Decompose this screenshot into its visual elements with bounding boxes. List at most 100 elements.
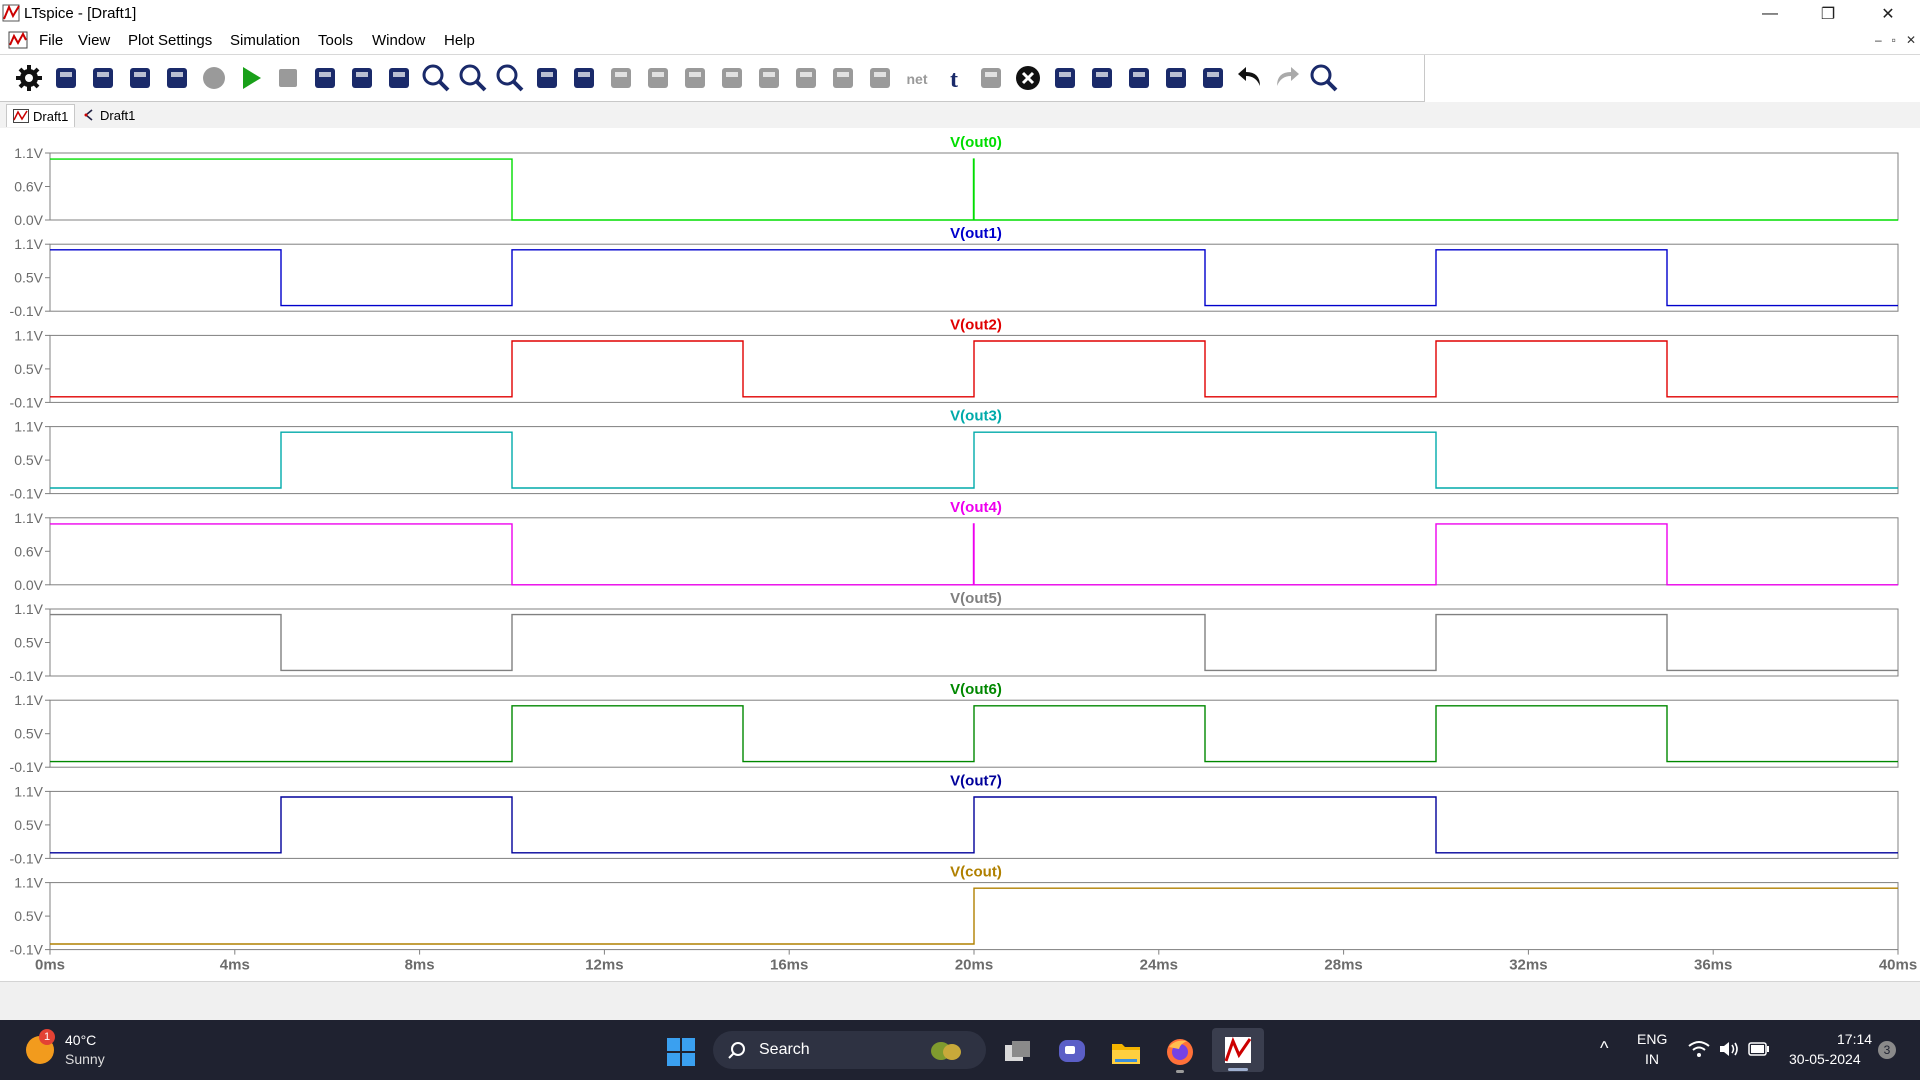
move-button[interactable] xyxy=(1048,62,1082,94)
cascade-button[interactable] xyxy=(382,62,416,94)
wifi-icon[interactable] xyxy=(1688,1040,1710,1058)
print-button[interactable] xyxy=(160,62,194,94)
halt-icon xyxy=(203,67,225,89)
firefox-icon[interactable] xyxy=(1162,1035,1198,1069)
menu-plot-settings[interactable]: Plot Settings xyxy=(128,32,212,49)
waveform-viewer[interactable]: V(out0) 1.1V 0.6V 0.0V V(out1) 1.1V 0.5V -0.1V V… xyxy=(0,128,1920,981)
weather-condition: Sunny xyxy=(65,1051,105,1067)
y-tick-label: -0.1V xyxy=(10,303,44,319)
menu-help[interactable]: Help xyxy=(444,32,475,49)
settings-button[interactable] xyxy=(12,62,46,94)
save-button[interactable] xyxy=(123,62,157,94)
language-label[interactable]: ENG xyxy=(1637,1031,1667,1047)
menu-simulation[interactable]: Simulation xyxy=(230,32,300,49)
component-button[interactable] xyxy=(863,62,897,94)
task-view-icon[interactable] xyxy=(1000,1035,1036,1069)
trace-label[interactable]: V(out6) xyxy=(950,681,1002,698)
trace-waveform xyxy=(50,887,1898,945)
trace-waveform xyxy=(50,249,1898,307)
mdi-restore-button[interactable]: ▫ xyxy=(1892,33,1896,47)
menu-tools[interactable]: Tools xyxy=(318,32,353,49)
x-tick-label: 36ms xyxy=(1694,957,1732,974)
find-icon xyxy=(1310,64,1338,92)
file-explorer-icon[interactable] xyxy=(1108,1035,1144,1069)
redo-button[interactable] xyxy=(1270,62,1304,94)
y-tick-label: 1.1V xyxy=(14,875,43,891)
ltspice-taskbar-button[interactable] xyxy=(1212,1028,1264,1072)
x-tick-label: 16ms xyxy=(770,957,808,974)
mirror-button[interactable] xyxy=(1159,62,1193,94)
restore-button[interactable]: ❐ xyxy=(1800,0,1856,28)
resistor-button[interactable] xyxy=(715,62,749,94)
mirror-icon xyxy=(1166,68,1186,88)
teams-chat-icon[interactable] xyxy=(1054,1035,1090,1069)
mdi-close-button[interactable]: ✕ xyxy=(1906,33,1916,47)
x-tick-label: 20ms xyxy=(955,957,993,974)
weather-badge: 1 xyxy=(39,1029,55,1045)
trace-label[interactable]: V(out1) xyxy=(950,225,1002,242)
zoom-out-button[interactable] xyxy=(456,62,490,94)
wire-icon xyxy=(611,68,631,88)
battery-icon[interactable] xyxy=(1748,1042,1770,1056)
clock-time[interactable]: 17:14 xyxy=(1837,1031,1872,1047)
minimize-button[interactable]: — xyxy=(1742,0,1798,28)
start-button[interactable] xyxy=(666,1037,696,1067)
halt-button[interactable] xyxy=(197,62,231,94)
find-button[interactable] xyxy=(1307,62,1341,94)
trace-label[interactable]: V(out5) xyxy=(950,590,1002,607)
run-button[interactable] xyxy=(234,62,268,94)
active-app-indicator xyxy=(1228,1068,1248,1071)
ground-button[interactable] xyxy=(641,62,675,94)
volume-icon[interactable] xyxy=(1718,1040,1740,1058)
trace-label[interactable]: V(out0) xyxy=(950,134,1002,151)
chevron-up-icon[interactable]: ^ xyxy=(1600,1038,1608,1059)
y-tick-label: 0.5V xyxy=(14,270,43,286)
new-schematic-button[interactable] xyxy=(49,62,83,94)
wire-button[interactable] xyxy=(604,62,638,94)
tab-waveform-draft1[interactable]: Draft1 xyxy=(6,104,76,127)
stop-button[interactable] xyxy=(271,62,305,94)
trace-label[interactable]: V(cout) xyxy=(950,864,1002,881)
zoom-in-button[interactable] xyxy=(419,62,453,94)
y-tick-label: 0.5V xyxy=(14,726,43,742)
zoom-fit-button[interactable] xyxy=(493,62,527,94)
delete-button[interactable] xyxy=(1011,62,1045,94)
trace-label[interactable]: V(out7) xyxy=(950,772,1002,789)
ground-icon xyxy=(648,68,668,88)
spice-directive-button[interactable] xyxy=(974,62,1008,94)
tile-horizontal-button[interactable] xyxy=(345,62,379,94)
autorange-icon xyxy=(537,68,557,88)
rotate-button[interactable] xyxy=(1122,62,1156,94)
region-label[interactable]: IN xyxy=(1645,1051,1659,1067)
clock-date[interactable]: 30-05-2024 xyxy=(1789,1051,1861,1067)
open-button[interactable] xyxy=(86,62,120,94)
waveform-window-icon xyxy=(8,31,28,49)
net-button[interactable]: net xyxy=(900,62,934,94)
menu-file[interactable]: File xyxy=(39,32,63,49)
y-tick-label: 0.0V xyxy=(14,577,43,593)
autorange-button[interactable] xyxy=(530,62,564,94)
tab-schematic-draft1[interactable]: Draft1 xyxy=(76,104,141,126)
tile-vertical-button[interactable] xyxy=(308,62,342,94)
drag-button[interactable] xyxy=(1085,62,1119,94)
inductor-button[interactable] xyxy=(789,62,823,94)
y-tick-label: -0.1V xyxy=(10,850,44,866)
add-trace-button[interactable] xyxy=(567,62,601,94)
capacitor-button[interactable] xyxy=(752,62,786,94)
mdi-minimize-button[interactable]: – xyxy=(1875,33,1882,47)
x-tick-label: 40ms xyxy=(1879,957,1917,974)
notification-count[interactable]: 3 xyxy=(1878,1041,1896,1059)
close-button[interactable]: ✕ xyxy=(1860,0,1916,28)
menu-view[interactable]: View xyxy=(78,32,110,49)
y-tick-label: 0.5V xyxy=(14,817,43,833)
taskbar-search-box[interactable]: Search xyxy=(713,1031,986,1069)
label-button[interactable] xyxy=(678,62,712,94)
trace-label[interactable]: V(out2) xyxy=(950,316,1002,333)
draw-button[interactable] xyxy=(1196,62,1230,94)
trace-label[interactable]: V(out4) xyxy=(950,499,1002,516)
diode-button[interactable] xyxy=(826,62,860,94)
menu-window[interactable]: Window xyxy=(372,32,425,49)
undo-button[interactable] xyxy=(1233,62,1267,94)
trace-label[interactable]: V(out3) xyxy=(950,408,1002,425)
text-button[interactable]: t xyxy=(937,62,971,94)
